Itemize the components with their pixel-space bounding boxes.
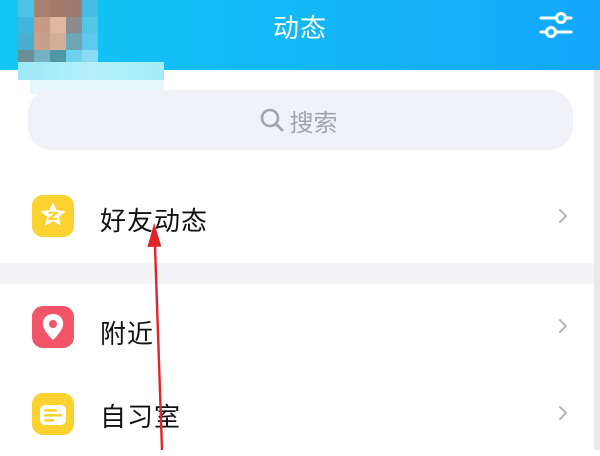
chevron-right-icon bbox=[559, 209, 567, 223]
chevron-right-icon bbox=[559, 319, 567, 333]
avatar[interactable] bbox=[18, 0, 98, 66]
username-mosaic bbox=[18, 62, 164, 80]
chevron-right-icon bbox=[559, 406, 567, 420]
menu-item-label: 自习室 bbox=[100, 403, 182, 433]
filter-sliders-icon[interactable] bbox=[538, 10, 574, 40]
menu-item-label: 附近 bbox=[100, 320, 155, 350]
scrollbar-track bbox=[594, 70, 600, 450]
menu-item-label: 好友动态 bbox=[100, 207, 209, 237]
search-icon bbox=[260, 108, 283, 132]
menu-item-study-room[interactable]: 自习室 bbox=[0, 370, 600, 456]
qzone-star-icon bbox=[32, 195, 74, 237]
location-pin-icon bbox=[32, 306, 74, 348]
search-input[interactable]: 搜索 bbox=[28, 90, 573, 150]
menu-item-friends-feed[interactable]: 好友动态 bbox=[0, 173, 600, 259]
section-divider bbox=[0, 263, 600, 284]
search-placeholder: 搜索 bbox=[289, 108, 338, 137]
study-room-icon bbox=[32, 393, 74, 435]
menu-item-nearby[interactable]: 附近 bbox=[0, 283, 600, 369]
